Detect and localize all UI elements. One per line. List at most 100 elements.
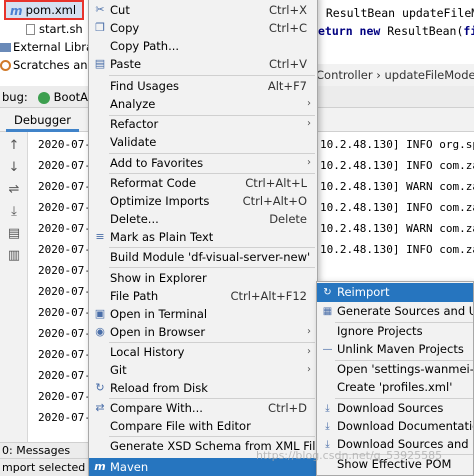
log-pkg: com.zax — [439, 222, 474, 235]
menu-item-delete[interactable]: Delete... Delete — [89, 210, 317, 228]
tab-debugger[interactable]: Debugger — [6, 108, 79, 132]
menu-item-validate[interactable]: Validate — [89, 133, 317, 151]
menu-item-label: Validate — [110, 135, 157, 149]
menu-item-cut[interactable]: ✂ Cut Ctrl+X — [89, 1, 317, 19]
tree-item-external-libraries[interactable]: External Librari — [0, 38, 101, 56]
run-config-tab[interactable]: BootAp — [38, 86, 95, 108]
menu-item-label: Add to Favorites — [110, 156, 204, 170]
menu-item-shortcut: Ctrl+X — [269, 3, 307, 17]
menu-item-label: Cut — [110, 3, 130, 17]
submenu-item-generate-sources[interactable]: ▦ Generate Sources and Upda — [317, 302, 473, 321]
menu-item-copy[interactable]: ❐ Copy Ctrl+C — [89, 19, 317, 37]
code-text: ResultBean updateFileMo — [325, 6, 474, 20]
breadcrumb[interactable]: Controller › updateFileModel — [308, 64, 474, 86]
log-detail: 10.2.48.130] INFO org.spr — [320, 134, 474, 155]
project-tree: m pom.xml start.sh External Librari Scra… — [0, 0, 105, 86]
log-ip: 10.2.48.130] — [320, 138, 400, 151]
menu-item-open-in-terminal[interactable]: ▣ Open in Terminal — [89, 305, 317, 323]
chevron-right-icon: › — [307, 364, 311, 375]
log-date: 2020-07- — [38, 243, 91, 256]
submenu-item-reimport[interactable]: ↻ Reimport — [317, 283, 473, 302]
submenu-item-download-sources[interactable]: ⤓ Download Sources — [317, 399, 473, 418]
log-date: 2020-07- — [38, 222, 91, 235]
submenu-item-ignore-projects[interactable]: Ignore Projects — [317, 322, 473, 341]
menu-item-file-path[interactable]: File Path Ctrl+Alt+F12 — [89, 287, 317, 305]
code-line: c ResultBean updateFileMo — [312, 4, 474, 22]
menu-item-build-module[interactable]: Build Module 'df-visual-server-new' — [89, 248, 317, 266]
log-date: 2020-07- — [38, 138, 91, 151]
submenu-item-label: Open 'settings-wanmei-v1.x — [337, 362, 474, 376]
log-pkg: com.zax — [439, 159, 474, 172]
menu-item-copy-path[interactable]: Copy Path... — [89, 37, 317, 55]
menu-item-add-to-favorites[interactable]: Add to Favorites › — [89, 154, 317, 172]
submenu-item-label: Unlink Maven Projects — [337, 342, 464, 356]
menu-item-optimize-imports[interactable]: Optimize Imports Ctrl+Alt+O — [89, 192, 317, 210]
menu-item-label: Analyze — [110, 97, 156, 111]
tree-item-start-sh[interactable]: start.sh — [26, 20, 83, 38]
menu-item-mark-as-plain-text[interactable]: ≡ Mark as Plain Text — [89, 228, 317, 246]
log-pkg: com.zax — [439, 243, 474, 256]
log-date: 2020-07- — [38, 390, 91, 403]
menu-item-label: Compare File with Editor — [110, 419, 251, 433]
log-detail: 10.2.48.130] WARN com.zax — [320, 176, 474, 197]
menu-item-paste[interactable]: ▤ Paste Ctrl+V — [89, 55, 317, 73]
submenu-item-label: Reimport — [337, 285, 390, 299]
soft-wrap-icon[interactable]: ⇌ — [6, 182, 22, 198]
code-editor[interactable]: c ResultBean updateFileMo eturn new Resu… — [308, 0, 474, 62]
browser-icon: ◉ — [95, 325, 105, 338]
submenu-item-unlink-maven-projects[interactable]: — Unlink Maven Projects — [317, 340, 473, 359]
menu-item-open-in-browser[interactable]: ◉ Open in Browser › — [89, 323, 317, 341]
code-keyword: eturn new — [318, 24, 388, 38]
log-date: 2020-07- — [38, 348, 91, 361]
tree-item-label: start.sh — [39, 22, 83, 36]
menu-item-local-history[interactable]: Local History › — [89, 343, 317, 361]
log-date: 2020-07- — [38, 327, 91, 340]
menu-item-shortcut: Ctrl+Alt+L — [245, 176, 307, 190]
log-ip: 10.2.48.130] — [320, 159, 400, 172]
context-menu: ✂ Cut Ctrl+X ❐ Copy Ctrl+C Copy Path... … — [88, 0, 333, 476]
menu-item-compare-with[interactable]: ⇄ Compare With... Ctrl+D — [89, 399, 317, 417]
tree-item-pom[interactable]: m pom.xml — [10, 1, 76, 19]
file-icon — [26, 24, 35, 35]
log-date: 2020-07- — [38, 369, 91, 382]
menu-item-label: Build Module 'df-visual-server-new' — [110, 250, 311, 264]
code-line: eturn new ResultBean(fileM — [318, 22, 474, 40]
spring-boot-icon — [38, 91, 50, 104]
submenu-item-download-documentation[interactable]: ⤓ Download Documentation — [317, 417, 473, 436]
menu-item-find-usages[interactable]: Find Usages Alt+F7 — [89, 77, 317, 95]
log-level: WARN — [406, 180, 433, 193]
menu-item-reformat-code[interactable]: Reformat Code Ctrl+Alt+L — [89, 174, 317, 192]
submenu-item-open-settings[interactable]: Open 'settings-wanmei-v1.x — [317, 360, 474, 379]
arrow-up-icon[interactable]: ↑ — [6, 138, 22, 154]
code-param: fileM — [463, 24, 474, 38]
menu-item-reload-from-disk[interactable]: ↻ Reload from Disk — [89, 379, 317, 397]
log-date: 2020-07- — [38, 159, 91, 172]
scratches-icon — [0, 60, 11, 71]
menu-item-analyze[interactable]: Analyze › — [89, 95, 317, 113]
menu-item-refactor[interactable]: Refactor › — [89, 115, 317, 133]
menu-item-compare-file-with-editor[interactable]: Compare File with Editor — [89, 417, 317, 435]
scroll-to-end-icon[interactable]: ⤓ — [6, 204, 22, 220]
menu-item-shortcut: Ctrl+Alt+O — [242, 194, 307, 208]
menu-item-shortcut: Ctrl+V — [269, 57, 307, 71]
print-icon[interactable]: ▤ — [6, 226, 22, 242]
menu-item-label: Open in Terminal — [110, 307, 208, 321]
submenu-item-create-profiles[interactable]: Create 'profiles.xml' — [317, 378, 473, 397]
maven-m-icon: m — [94, 460, 106, 473]
menu-item-label: Open in Browser — [110, 325, 206, 339]
menu-item-show-in-explorer[interactable]: Show in Explorer — [89, 269, 317, 287]
menu-separator — [109, 267, 315, 268]
download-icon: ⤓ — [325, 403, 330, 414]
trash-icon[interactable]: ▥ — [6, 248, 22, 264]
tree-item-label: pom.xml — [25, 3, 77, 17]
arrow-down-icon[interactable]: ↓ — [6, 160, 22, 176]
tab-messages[interactable]: 0: Messages — [2, 443, 70, 459]
menu-item-git[interactable]: Git › — [89, 361, 317, 379]
log-ip: 10.2.48.130] — [320, 201, 400, 214]
menu-item-label: Show in Explorer — [110, 271, 207, 285]
menu-item-label: Local History — [110, 345, 185, 359]
log-level: WARN — [406, 222, 433, 235]
chevron-right-icon: › — [307, 98, 311, 109]
menu-item-label: File Path — [110, 289, 159, 303]
submenu-item-label: Download Sources — [337, 401, 444, 415]
